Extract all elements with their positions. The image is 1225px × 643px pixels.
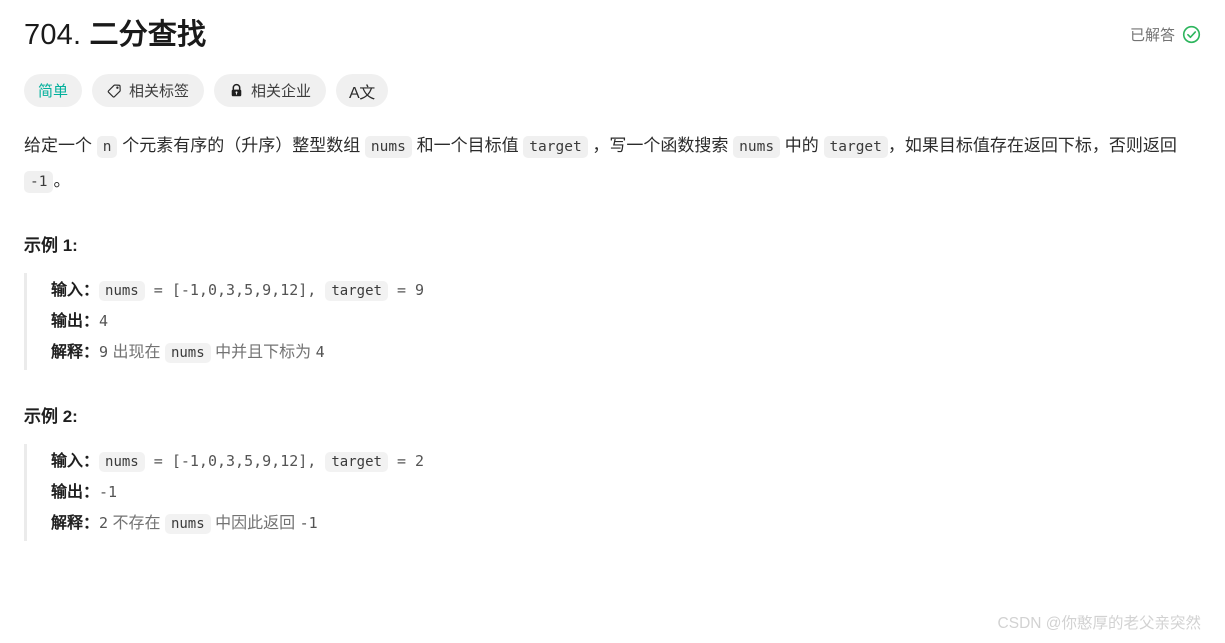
explanation-value-pre: 2 [99,514,109,532]
example-body: 输入： nums = [-1,0,3,5,9,12], target = 2 输出… [24,444,1201,541]
example-explanation-line: 解释：9 出现在 nums 中并且下标为 4 [51,337,1201,368]
example-input-line: 输入： nums = [-1,0,3,5,9,12], target = 2 [51,446,1201,477]
example-explanation-line: 解释：2 不存在 nums 中因此返回 -1 [51,508,1201,539]
example-output-line: 输出：-1 [51,477,1201,508]
desc-text-5: 中的 [780,136,824,155]
desc-code-nums-1: nums [364,136,412,158]
problem-description: 给定一个 n 个元素有序的（升序）整型数组 nums 和一个目标值 target… [24,129,1201,199]
desc-text-2: 个元素有序的（升序）整型数组 [117,136,365,155]
explanation-value-pre: 9 [99,343,109,361]
explanation-text-post: 中并且下标为 [210,344,316,361]
input-value-target: 2 [415,452,425,470]
explanation-code-nums: nums [164,343,211,363]
status-label: 已解答 [1129,27,1175,44]
input-eq-1: = [144,281,172,299]
input-eq-2: = [387,281,416,299]
input-label: 输入： [51,453,100,470]
output-label: 输出： [51,484,100,501]
input-label: 输入： [51,282,100,299]
example-block-2: 示例 2: 输入： nums = [-1,0,3,5,9,12], target … [24,404,1201,541]
input-value-nums: [-1,0,3,5,9,12], [171,452,326,470]
related-topics-label: 相关标签 [129,83,190,100]
output-label: 输出： [51,313,100,330]
language-toggle-icon: A文 [349,84,375,102]
question-number: 704. [24,19,82,51]
problem-header: 704. 二分查找 已解答 [24,0,1201,56]
output-value: -1 [99,483,118,501]
related-companies-label: 相关企业 [251,83,312,100]
question-title: 二分查找 [89,19,207,51]
desc-code-nums-2: nums [733,136,781,158]
input-code-nums: nums [99,452,145,472]
desc-code-n: n [96,136,118,158]
example-input-line: 输入： nums = [-1,0,3,5,9,12], target = 9 [51,275,1201,306]
explanation-label: 解释： [51,344,100,361]
meta-pill-row: 简单 相关标签 相关企业 A文 [24,74,1201,107]
related-topics-pill[interactable]: 相关标签 [92,74,205,107]
desc-text-4: ，写一个函数搜索 [587,136,734,155]
output-value: 4 [99,312,109,330]
desc-text-1: 给定一个 [24,136,97,155]
input-code-nums: nums [99,281,145,301]
explanation-text-post: 中因此返回 [210,515,300,532]
example-body: 输入： nums = [-1,0,3,5,9,12], target = 9 输出… [24,273,1201,370]
input-eq-1: = [144,452,172,470]
page-title: 704. 二分查找 [24,14,206,56]
explanation-code-nums: nums [164,514,211,534]
desc-code-target-2: target [823,136,888,158]
lock-icon [229,83,244,98]
desc-code-minus-one: -1 [24,171,54,193]
problem-page: 704. 二分查找 已解答 简单 相关标签 相关企业 A文 给定一个 n 个元素… [0,0,1225,643]
example-title: 示例 1: [24,236,78,255]
difficulty-pill[interactable]: 简单 [24,74,83,107]
difficulty-label: 简单 [38,83,69,100]
desc-code-target-1: target [523,136,588,158]
explanation-text-pre: 不存在 [108,515,165,532]
desc-text-7: 。 [53,171,71,190]
input-code-target: target [325,452,388,472]
input-eq-2: = [387,452,416,470]
explanation-text-pre: 出现在 [108,344,165,361]
example-title: 示例 2: [24,407,78,426]
example-block-1: 示例 1: 输入： nums = [-1,0,3,5,9,12], target … [24,233,1201,370]
input-value-target: 9 [415,281,425,299]
explanation-value-post: 4 [315,343,325,361]
related-companies-pill[interactable]: 相关企业 [214,74,327,107]
desc-text-3: 和一个目标值 [411,136,524,155]
tag-icon [107,83,122,98]
explanation-label: 解释： [51,515,100,532]
example-output-line: 输出：4 [51,306,1201,337]
desc-text-6: ，如果目标值存在返回下标，否则返回 [887,136,1177,155]
language-toggle-pill[interactable]: A文 [336,74,388,107]
input-value-nums: [-1,0,3,5,9,12], [171,281,326,299]
explanation-value-post: -1 [299,514,318,532]
watermark: CSDN @你憨厚的老父亲突然 [997,615,1201,632]
check-circle-icon [1182,25,1201,44]
status-badge: 已解答 [1130,14,1201,45]
input-code-target: target [325,281,388,301]
